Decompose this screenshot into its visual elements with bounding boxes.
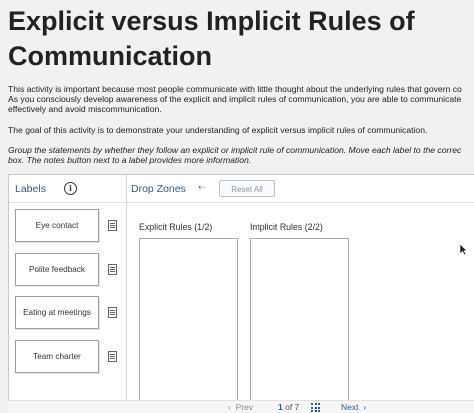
page-title-line-1: Explicit versus Implicit Rules of bbox=[8, 6, 415, 36]
activity-panel: Labels i Drop Zones ⇠ Reset All Eye cont… bbox=[8, 174, 474, 413]
intro-line-3: effectively and avoid miscommunication. bbox=[8, 104, 162, 115]
next-button[interactable]: Next › bbox=[341, 402, 366, 412]
info-icon[interactable]: i bbox=[64, 182, 77, 195]
current-page: 1 bbox=[278, 402, 283, 412]
prev-label: Prev bbox=[235, 402, 254, 412]
page-indicator: 1 of 7 bbox=[278, 402, 299, 412]
intro-paragraph: This activity is important because most … bbox=[8, 84, 474, 115]
mouse-cursor-icon bbox=[459, 243, 468, 256]
grid-icon[interactable] bbox=[311, 403, 320, 412]
arrow-left-icon: ⇠ bbox=[198, 183, 206, 193]
implicit-rules-title: Implicit Rules (2/2) bbox=[250, 222, 323, 232]
panel-column-divider bbox=[126, 175, 127, 413]
goal-paragraph: The goal of this activity is to demonstr… bbox=[8, 125, 474, 135]
notes-icon[interactable] bbox=[108, 220, 117, 231]
total-pages: 7 bbox=[294, 402, 300, 412]
page-title-line-2: Communication bbox=[8, 41, 213, 71]
label-card-eating-at-meetings[interactable]: Eating at meetings bbox=[15, 296, 99, 329]
goal-line: The goal of this activity is to demonstr… bbox=[8, 125, 428, 135]
notes-icon[interactable] bbox=[108, 307, 117, 318]
notes-icon[interactable] bbox=[108, 351, 117, 362]
instruction-paragraph: Group the statements by whether they fol… bbox=[8, 145, 474, 165]
label-card-team-charter[interactable]: Team charter bbox=[15, 340, 99, 373]
implicit-rules-drop-zone[interactable] bbox=[250, 238, 349, 413]
instruction-line-2: box. The notes button next to a label pr… bbox=[8, 155, 252, 166]
labels-header: Labels bbox=[15, 183, 46, 195]
pagination-bar: ‹ Prev 1 of 7 Next › bbox=[8, 400, 474, 413]
activity-page: Explicit versus Implicit Rules of Commun… bbox=[0, 0, 474, 413]
page-title: Explicit versus Implicit Rules of Commun… bbox=[8, 4, 474, 74]
reset-all-button[interactable]: Reset All bbox=[219, 180, 275, 197]
intro-line-1: This activity is important because most … bbox=[8, 84, 462, 94]
notes-icon[interactable] bbox=[108, 264, 117, 275]
drop-zones-header: Drop Zones bbox=[131, 183, 186, 195]
explicit-rules-title: Explicit Rules (1/2) bbox=[139, 222, 213, 232]
label-card-eye-contact[interactable]: Eye contact bbox=[15, 209, 99, 242]
label-card-polite-feedback[interactable]: Polite feedback bbox=[15, 253, 99, 286]
panel-header-divider bbox=[9, 202, 474, 203]
of-label: of bbox=[285, 402, 293, 412]
intro-line-2: As you consciously develop awareness of … bbox=[8, 94, 462, 105]
explicit-rules-drop-zone[interactable] bbox=[139, 238, 238, 413]
prev-button[interactable]: ‹ Prev bbox=[228, 402, 253, 412]
instruction-line-1: Group the statements by whether they fol… bbox=[8, 145, 462, 155]
next-label: Next bbox=[341, 402, 359, 412]
